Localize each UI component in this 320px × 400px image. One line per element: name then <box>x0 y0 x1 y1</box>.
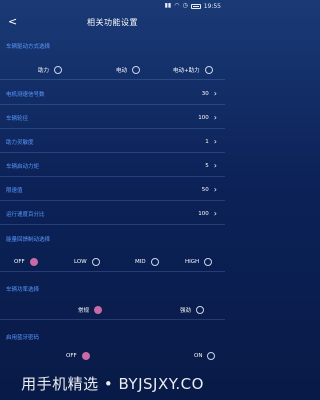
radio-button[interactable] <box>204 65 213 74</box>
radio-button-checked[interactable] <box>29 257 38 266</box>
power-option-strong[interactable]: 强劲 <box>180 305 205 314</box>
drive-mode-option-electric[interactable]: 电动 <box>116 65 141 74</box>
setting-value: 5 <box>205 162 209 169</box>
option-label: LOW <box>74 258 87 265</box>
radio-button[interactable] <box>54 65 63 74</box>
chevron-right-icon: › <box>213 112 217 122</box>
option-label: OFF <box>66 353 77 359</box>
status-time: 19:55 <box>203 2 221 10</box>
status-bar: ▮▮ ◠ ◷ 19:55 <box>0 0 225 12</box>
regen-brake-options: OFF LOW MID HIGH <box>0 252 225 272</box>
bluetooth-password-options: OFF ON <box>0 346 225 366</box>
radio-button-checked[interactable] <box>81 352 90 360</box>
setting-value: 50 <box>201 186 209 193</box>
power-mode-label: 车辆功率选择 <box>6 287 40 293</box>
option-label: 助力 <box>38 67 50 74</box>
setting-label: 电机测速信号数 <box>6 91 45 98</box>
chevron-right-icon: › <box>213 208 217 218</box>
regen-option-mid[interactable]: MID <box>135 257 159 266</box>
setting-row-speed-percent[interactable]: 运行速度百分比 100 › <box>0 203 225 225</box>
chevron-right-icon: › <box>213 136 217 146</box>
setting-label: 运行速度百分比 <box>6 211 45 218</box>
setting-row-start-torque[interactable]: 车辆启动力矩 5 › <box>0 155 225 177</box>
wifi-icon: ◠ <box>174 2 180 9</box>
drive-mode-option-electric-assist[interactable]: 电动+助力 <box>173 65 213 74</box>
setting-label: 车辆轮径 <box>6 115 29 122</box>
option-label: 电动 <box>116 67 128 74</box>
regen-option-low[interactable]: LOW <box>74 257 100 266</box>
option-label: 电动+助力 <box>173 67 200 74</box>
chevron-right-icon: › <box>213 184 217 194</box>
setting-row-motor-signal[interactable]: 电机测速信号数 30 › <box>0 83 225 105</box>
setting-value: 1 <box>205 138 209 145</box>
regen-brake-label: 能量回馈制动选择 <box>6 237 51 243</box>
alarm-icon: ◷ <box>182 2 188 9</box>
setting-value: 100 <box>198 210 209 217</box>
radio-button[interactable] <box>207 352 216 360</box>
option-label: 强劲 <box>180 307 192 314</box>
option-label: 常规 <box>78 307 90 314</box>
bluetooth-option-off[interactable]: OFF <box>66 352 90 360</box>
radio-button[interactable] <box>150 257 159 266</box>
option-label: OFF <box>14 258 25 265</box>
drive-mode-option-assist[interactable]: 助力 <box>38 65 63 74</box>
setting-value: 100 <box>198 114 209 121</box>
setting-row-speed-limit[interactable]: 限速值 50 › <box>0 179 225 201</box>
watermark-text: 用手机精选 • BYJSJXY.CO <box>21 374 204 393</box>
setting-label: 车辆启动力矩 <box>6 163 40 170</box>
app-bar: < 相关功能设置 <box>0 12 225 32</box>
setting-label: 助力灵敏度 <box>6 139 34 146</box>
option-label: MID <box>135 258 146 265</box>
power-mode-options: 常规 强劲 <box>0 300 225 320</box>
regen-option-off[interactable]: OFF <box>14 257 38 266</box>
option-label: ON <box>194 353 203 359</box>
drive-mode-options: 助力 电动 电动+助力 <box>0 60 225 80</box>
radio-button[interactable] <box>196 305 205 314</box>
regen-option-high[interactable]: HIGH <box>185 257 213 266</box>
setting-label: 限速值 <box>6 187 23 194</box>
radio-button-checked[interactable] <box>94 305 103 314</box>
chevron-right-icon: › <box>213 88 217 98</box>
setting-row-wheel-size[interactable]: 车辆轮径 100 › <box>0 107 225 129</box>
setting-row-assist-sensitivity[interactable]: 助力灵敏度 1 › <box>0 131 225 153</box>
bluetooth-password-label: 启用蓝牙密码 <box>6 335 40 341</box>
back-arrow-icon[interactable]: < <box>8 15 17 29</box>
option-label: HIGH <box>185 258 200 265</box>
radio-button[interactable] <box>204 257 213 266</box>
power-option-normal[interactable]: 常规 <box>78 305 103 314</box>
bluetooth-option-on[interactable]: ON <box>194 352 216 360</box>
signal-icon: ▮▮ <box>164 2 172 9</box>
radio-button[interactable] <box>132 65 141 74</box>
drive-mode-label: 车辆驱动方式选择 <box>6 44 51 50</box>
page-title: 相关功能设置 <box>87 17 138 27</box>
radio-button[interactable] <box>91 257 100 266</box>
chevron-right-icon: › <box>213 160 217 170</box>
setting-value: 30 <box>201 90 209 97</box>
battery-icon <box>190 3 201 9</box>
